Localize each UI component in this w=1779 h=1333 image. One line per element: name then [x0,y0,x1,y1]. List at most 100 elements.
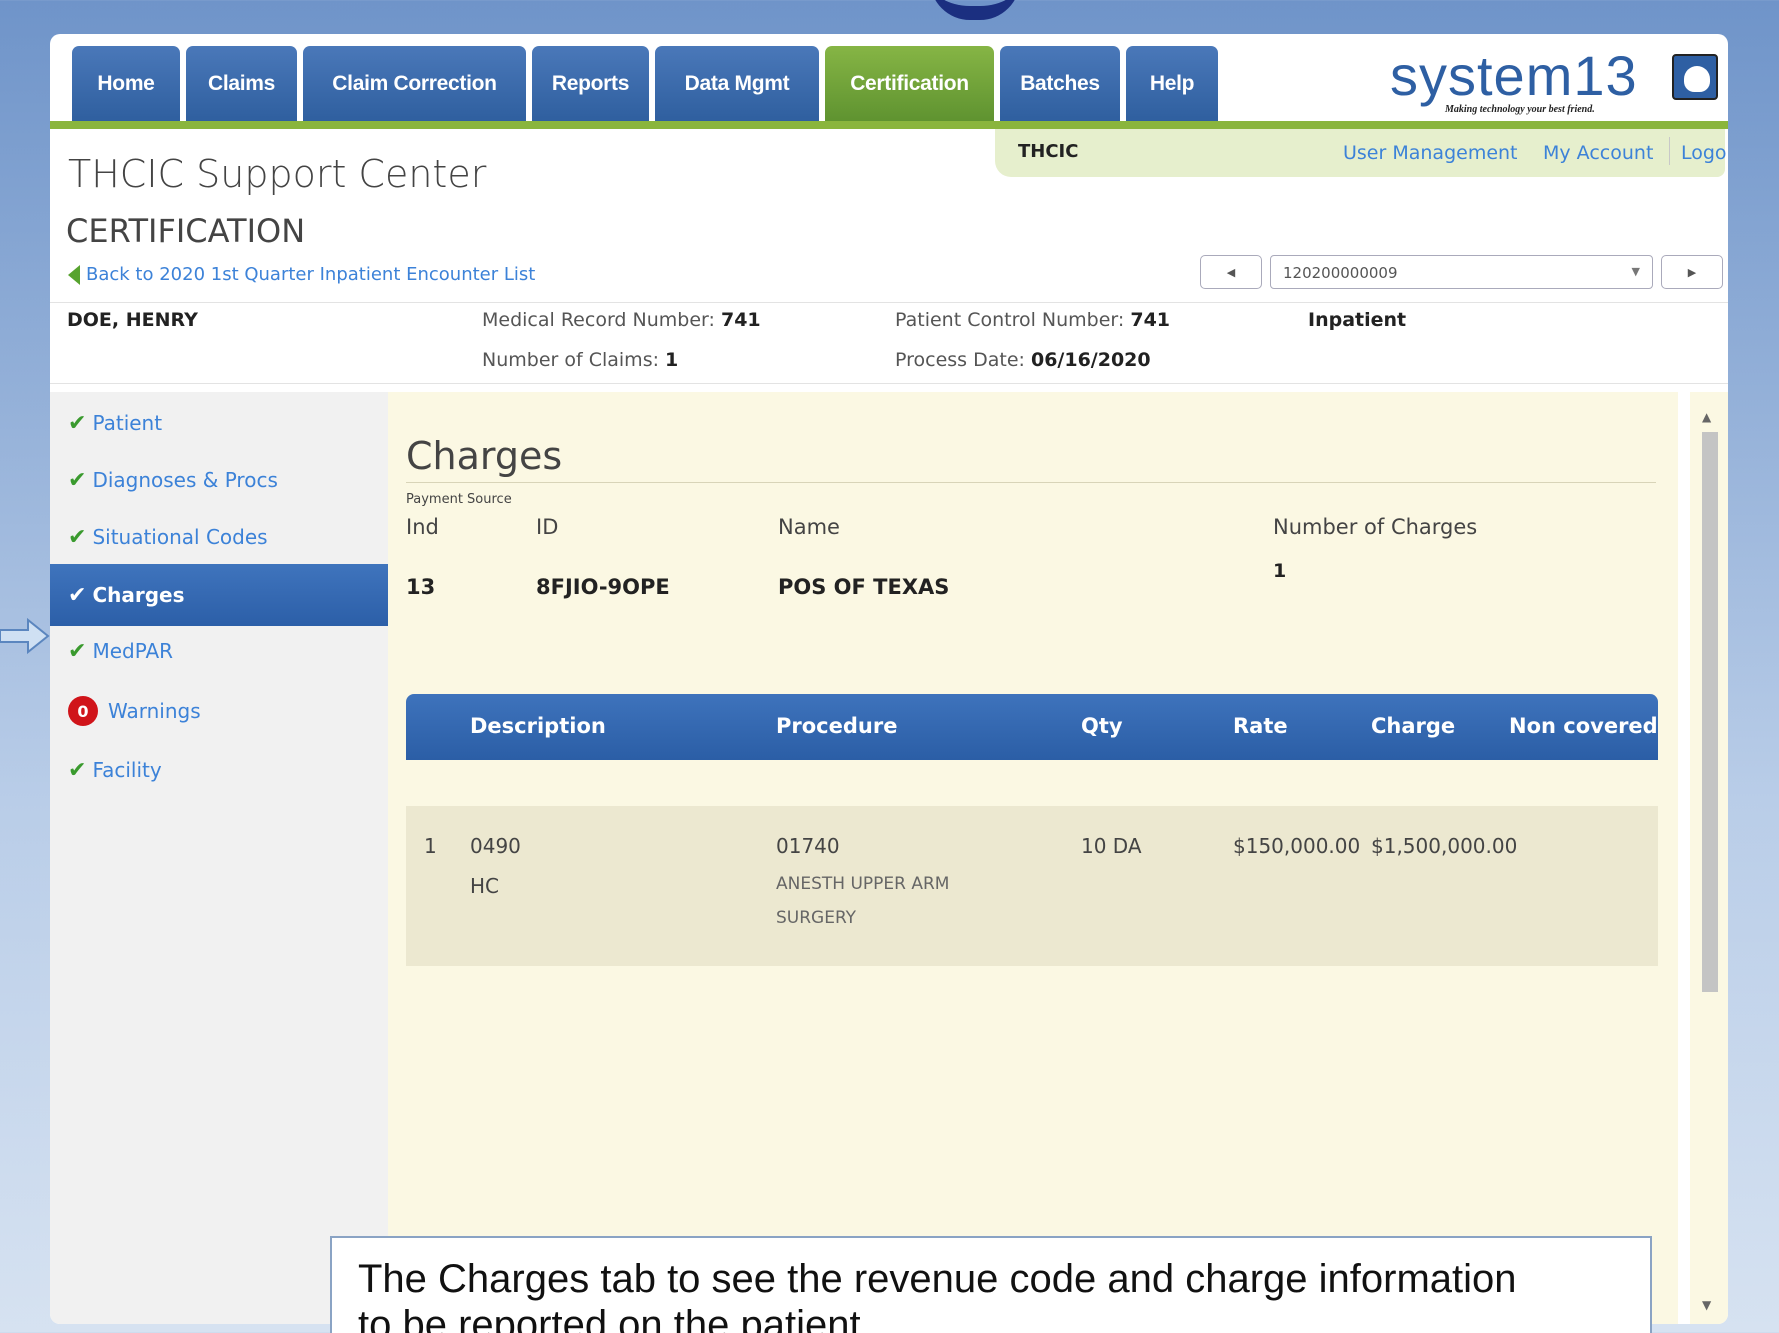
pcn-label: Patient Control Number: [895,309,1125,331]
tab-reports[interactable]: Reports [532,46,649,121]
column-header: Qty [1081,714,1123,738]
sidebar-item-charges[interactable]: ✔ Charges [50,564,388,626]
sidebar-item-patient[interactable]: ✔ Patient [50,392,388,454]
user-strip: THCIC User Management My Account Logout [995,129,1728,177]
tab-certification[interactable]: Certification [825,46,994,121]
encounter-type: Inpatient [1308,309,1407,331]
section-title: CERTIFICATION [66,212,306,250]
divider [406,482,1656,483]
patient-info: DOE, HENRY Medical Record Number: 741 Nu… [50,302,1728,384]
mrn-label: Medical Record Number: [482,309,715,331]
mrn-field: Medical Record Number: 741 [482,309,761,331]
pcn-value: 741 [1130,309,1171,331]
scroll-thumb[interactable] [1702,432,1718,992]
revenue-code: 0490 [470,834,521,858]
callout-line-1: The Charges tab to see the revenue code … [358,1257,1517,1301]
ind-value: 13 [406,575,436,599]
chevron-down-icon: ▼ [1631,265,1640,278]
scrollbar[interactable]: ▲ ▼ [1690,392,1728,1324]
app-window: Home Claims Claim Correction Reports Dat… [50,34,1728,1324]
process-date-field: Process Date: 06/16/2020 [895,349,1151,371]
charges-panel: Charges Payment Source Ind ID Name Numbe… [388,392,1678,1324]
encounter-select[interactable]: 120200000009 ▼ [1270,255,1653,289]
my-account-link[interactable]: My Account [1543,142,1653,164]
top-nav: Home Claims Claim Correction Reports Dat… [50,34,1728,129]
table-row: 1 0490 HC 01740 ANESTH UPPER ARM SURGERY… [406,806,1658,966]
pointer-arrow-icon [0,617,50,655]
user-management-link[interactable]: User Management [1343,142,1518,164]
revenue-desc: HC [470,874,500,898]
procedure-desc: ANESTH UPPER ARM [776,874,950,894]
column-header: Rate [1233,714,1288,738]
check-icon: ✔ [68,638,87,664]
back-arrow-icon [68,264,80,285]
sidebar-item-label: Warnings [108,699,201,723]
tab-help[interactable]: Help [1126,46,1218,121]
row-number: 1 [424,834,437,858]
ind-header: Ind [406,515,439,539]
sidebar-item-label: Diagnoses & Procs [92,468,278,492]
tab-batches[interactable]: Batches [1000,46,1120,121]
system13-logo: system13 Making technology your best fri… [1390,48,1720,120]
scroll-down-icon[interactable]: ▼ [1702,1298,1711,1312]
sidebar-item-situational-codes[interactable]: ✔ Situational Codes [50,506,388,568]
num-charges-value: 1 [1273,560,1287,582]
id-header: ID [536,515,559,539]
procedure-desc: SURGERY [776,908,857,928]
mrn-value: 741 [720,309,761,331]
check-icon: ✔ [68,524,87,550]
tab-claims[interactable]: Claims [186,46,297,121]
num-charges-header: Number of Charges [1273,515,1478,539]
charge-value: $1,500,000.00 [1371,834,1518,858]
column-header: Description [470,714,606,738]
id-value: 8FJIO-9OPE [536,575,670,599]
check-icon: ✔ [68,467,87,493]
logo-text: system13 [1390,44,1638,107]
charges-table-header: Description Procedure Qty Rate Charge No… [406,694,1658,760]
check-icon: ✔ [68,757,87,783]
patient-name: DOE, HENRY [67,309,198,331]
check-icon: ✔ [68,582,87,608]
claims-value: 1 [665,349,679,371]
sidebar-item-label: Facility [92,758,162,782]
logout-link[interactable]: Logout [1681,142,1728,164]
name-value: POS OF TEXAS [778,575,950,599]
sidebar-item-label: Patient [92,411,163,435]
annotation-callout: The Charges tab to see the revenue code … [330,1236,1652,1333]
sidebar: ✔ Patient ✔ Diagnoses & Procs ✔ Situatio… [50,392,388,1324]
column-header: Non covered [1509,714,1658,738]
sidebar-item-label: MedPAR [92,639,174,663]
sidebar-item-warnings[interactable]: 0 Warnings [50,680,388,742]
sidebar-item-label: Situational Codes [92,525,268,549]
claims-field: Number of Claims: 1 [482,349,678,371]
tab-data-mgmt[interactable]: Data Mgmt [655,46,819,121]
warnings-count-badge: 0 [68,696,98,726]
tab-claim-correction[interactable]: Claim Correction [303,46,526,121]
procedure-code: 01740 [776,834,840,858]
divider [1669,137,1670,165]
column-header: Charge [1371,714,1456,738]
next-encounter-button[interactable]: ▶ [1661,255,1723,289]
org-name: THCIC [1018,141,1079,162]
sidebar-item-diagnoses-procs[interactable]: ✔ Diagnoses & Procs [50,449,388,511]
sidebar-item-facility[interactable]: ✔ Facility [50,739,388,801]
prev-encounter-button[interactable]: ◀ [1200,255,1262,289]
scroll-up-icon[interactable]: ▲ [1702,410,1711,424]
sidebar-item-label: Charges [92,583,185,607]
check-icon: ✔ [68,410,87,436]
sidebar-item-medpar[interactable]: ✔ MedPAR [50,620,388,682]
pcn-field: Patient Control Number: 741 [895,309,1170,331]
tab-home[interactable]: Home [72,46,180,121]
process-date-value: 06/16/2020 [1030,349,1151,371]
name-header: Name [778,515,840,539]
back-link[interactable]: Back to 2020 1st Quarter Inpatient Encou… [68,264,535,285]
slide-title-fragment [930,0,1020,20]
process-date-label: Process Date: [895,349,1025,371]
dog-logo-icon [1672,54,1718,100]
encounter-select-value: 120200000009 [1283,264,1398,282]
panel-title: Charges [406,434,563,478]
callout-line-2: to be reported on the patient [358,1303,861,1333]
scroll-track[interactable] [1702,432,1718,1322]
column-header: Procedure [776,714,898,738]
rate-value: $150,000.00 [1233,834,1361,858]
